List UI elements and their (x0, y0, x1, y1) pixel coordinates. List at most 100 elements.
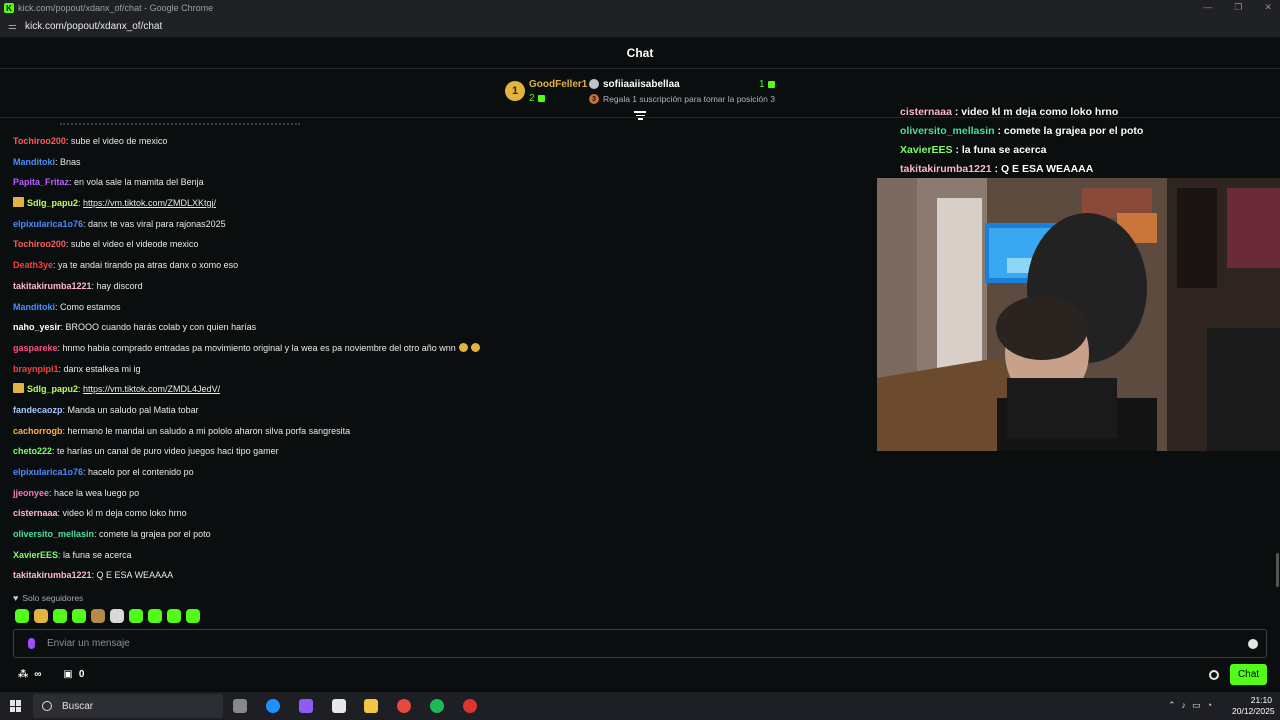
message-input-placeholder[interactable]: Enviar un mensaje (47, 638, 130, 649)
emote-icon[interactable] (148, 609, 162, 623)
message-text: : Manda un saludo pal Matia tobar (62, 404, 199, 415)
message-username[interactable]: Papita_Fritaz (13, 177, 69, 187)
taskbar-search-label: Buscar (62, 700, 94, 712)
emote-icon[interactable] (186, 609, 200, 623)
chat-message: oliversito_mellasin: comete la grajea po… (13, 524, 873, 545)
emote-icon[interactable] (110, 609, 124, 623)
leader-2-badge-icon (589, 79, 599, 89)
message-username[interactable]: Sdlg_papu2 (27, 198, 78, 208)
restore-button[interactable]: ❐ (1234, 2, 1242, 13)
overlay-username: oliversito_mellasin (900, 125, 995, 137)
stream-chat-overlay: cisternaaa : video kl m deja como loko h… (900, 104, 1280, 180)
emote-bar (15, 609, 200, 623)
message-username[interactable]: elpixularica1o76 (13, 219, 83, 229)
chat-message: elpixularica1o76: danx te vas viral para… (13, 214, 873, 235)
search-icon (42, 701, 52, 711)
emote-icon[interactable] (91, 609, 105, 623)
chat-footer: ⁂ ∞ ▣ 0 Chat (0, 662, 1280, 688)
infinity-icon[interactable]: ∞ (34, 669, 41, 680)
message-text: : hay discord (91, 280, 143, 291)
message-link[interactable]: https://vm.tiktok.com/ZMDLXKtgj/ (83, 198, 216, 208)
emote-icon[interactable] (129, 609, 143, 623)
task-view-icon[interactable] (233, 699, 247, 713)
message-username[interactable]: cachorrogb (13, 426, 63, 436)
leader-2-count: 1 (759, 79, 775, 90)
app-icon[interactable] (463, 699, 477, 713)
emote-icon[interactable] (15, 609, 29, 623)
message-username[interactable]: Death3ye (13, 260, 53, 270)
overlay-message: oliversito_mellasin : comete la grajea p… (900, 123, 1280, 142)
copilot-icon[interactable] (299, 699, 313, 713)
share-icon[interactable]: ⁂ (18, 669, 28, 680)
expand-pinned-icon[interactable] (634, 111, 646, 121)
points-icon[interactable]: ▣ (63, 669, 72, 680)
emote-icon[interactable] (72, 609, 86, 623)
message-username[interactable]: naho_yesir (13, 322, 61, 332)
system-clock[interactable]: 21:10 20/12/2025 (1232, 695, 1275, 717)
notification-icon[interactable]: ◔ (1207, 700, 1212, 711)
clock-time: 21:10 (1250, 695, 1272, 705)
message-username[interactable]: takitakirumba1221 (13, 570, 92, 580)
message-username[interactable]: oliversito_mellasin (13, 529, 94, 539)
chat-message: Tochiroo200: sube el video de mexico (13, 131, 873, 152)
chat-message: cachorrogb: hermano le mandai un saludo … (13, 421, 873, 442)
edge-icon[interactable] (266, 699, 280, 713)
microphone-icon[interactable] (28, 638, 35, 649)
rank-1-medal-icon: 1 (505, 81, 525, 101)
settings-gear-icon[interactable] (1209, 670, 1219, 680)
chat-message: cheto222: te harías un canal de puro vid… (13, 441, 873, 462)
send-chat-button[interactable]: Chat (1230, 664, 1267, 685)
webcam-image (877, 178, 1280, 451)
message-username[interactable]: fandecaozp (13, 405, 63, 415)
message-input[interactable]: Enviar un mensaje (13, 629, 1267, 658)
message-username[interactable]: Tochiroo200 (13, 239, 66, 249)
file-explorer-icon[interactable] (364, 699, 378, 713)
volume-icon[interactable]: ♪ (1182, 700, 1187, 711)
tray-expand-icon[interactable]: ⌃ (1168, 700, 1176, 711)
close-button[interactable]: ✕ (1264, 2, 1272, 13)
chat-message: naho_yesir: BROOO cuando harás colab y c… (13, 317, 873, 338)
message-link[interactable]: https://vm.tiktok.com/ZMDL4JedV/ (83, 384, 220, 394)
message-text: : sube el video el videode mexico (65, 239, 199, 250)
minimize-button[interactable]: — (1203, 2, 1212, 13)
chrome-icon[interactable] (397, 699, 411, 713)
windows-taskbar: Buscar ⌃ ♪ ▭ ◔ 21:10 20/12/2025 (0, 692, 1280, 720)
windows-start-icon[interactable] (10, 700, 22, 712)
address-bar[interactable]: ⚌ kick.com/popout/xdanx_of/chat (0, 16, 1280, 38)
emoji-picker-icon[interactable] (1248, 639, 1258, 649)
store-icon[interactable] (332, 699, 346, 713)
window-title: kick.com/popout/xdanx_of/chat - Google C… (18, 3, 214, 13)
message-username[interactable]: Sdlg_papu2 (27, 384, 78, 394)
message-username[interactable]: XavierEES (13, 550, 58, 560)
emote-icon[interactable] (167, 609, 181, 623)
chat-message: takitakirumba1221: Q E ESA WEAAAA (13, 565, 873, 586)
rank-3-badge-icon: 3 (589, 94, 599, 104)
message-text: : te harías un canal de puro video juego… (52, 446, 279, 457)
leader-1-name[interactable]: GoodFeller1 (529, 79, 587, 90)
taskbar-search[interactable]: Buscar (33, 694, 223, 718)
message-text: : danx te vas viral para rajonas2025 (83, 218, 226, 229)
emote-icon[interactable] (34, 609, 48, 623)
chat-scrollbar[interactable] (1276, 553, 1279, 587)
network-icon[interactable]: ▭ (1192, 700, 1201, 711)
message-username[interactable]: cisternaaa (13, 508, 58, 518)
message-username[interactable]: elpixularica1o76 (13, 467, 83, 477)
url-text[interactable]: kick.com/popout/xdanx_of/chat (25, 21, 162, 32)
message-username[interactable]: Tochiroo200 (13, 136, 66, 146)
spotify-icon[interactable] (430, 699, 444, 713)
message-username[interactable]: Manditoki (13, 157, 55, 167)
followers-only-notice: ♥ Solo seguidores (13, 593, 83, 603)
gift-prompt-text[interactable]: Regala 1 suscripción para tomar la posic… (603, 94, 775, 104)
message-username[interactable]: Manditoki (13, 302, 55, 312)
leader-2-name[interactable]: sofiiaaiisabellaa (603, 79, 680, 90)
message-username[interactable]: braynpipi1 (13, 364, 59, 374)
message-username[interactable]: takitakirumba1221 (13, 281, 92, 291)
emote-icon[interactable] (53, 609, 67, 623)
message-username[interactable]: gaspareke (13, 343, 58, 353)
chat-message: elpixularica1o76: hacelo por el contenid… (13, 462, 873, 483)
system-tray: ⌃ ♪ ▭ ◔ (1168, 700, 1212, 711)
cut-off-message (60, 123, 300, 126)
site-info-icon[interactable]: ⚌ (8, 21, 17, 32)
message-username[interactable]: jjeonyee (13, 488, 49, 498)
message-username[interactable]: cheto222 (13, 446, 52, 456)
